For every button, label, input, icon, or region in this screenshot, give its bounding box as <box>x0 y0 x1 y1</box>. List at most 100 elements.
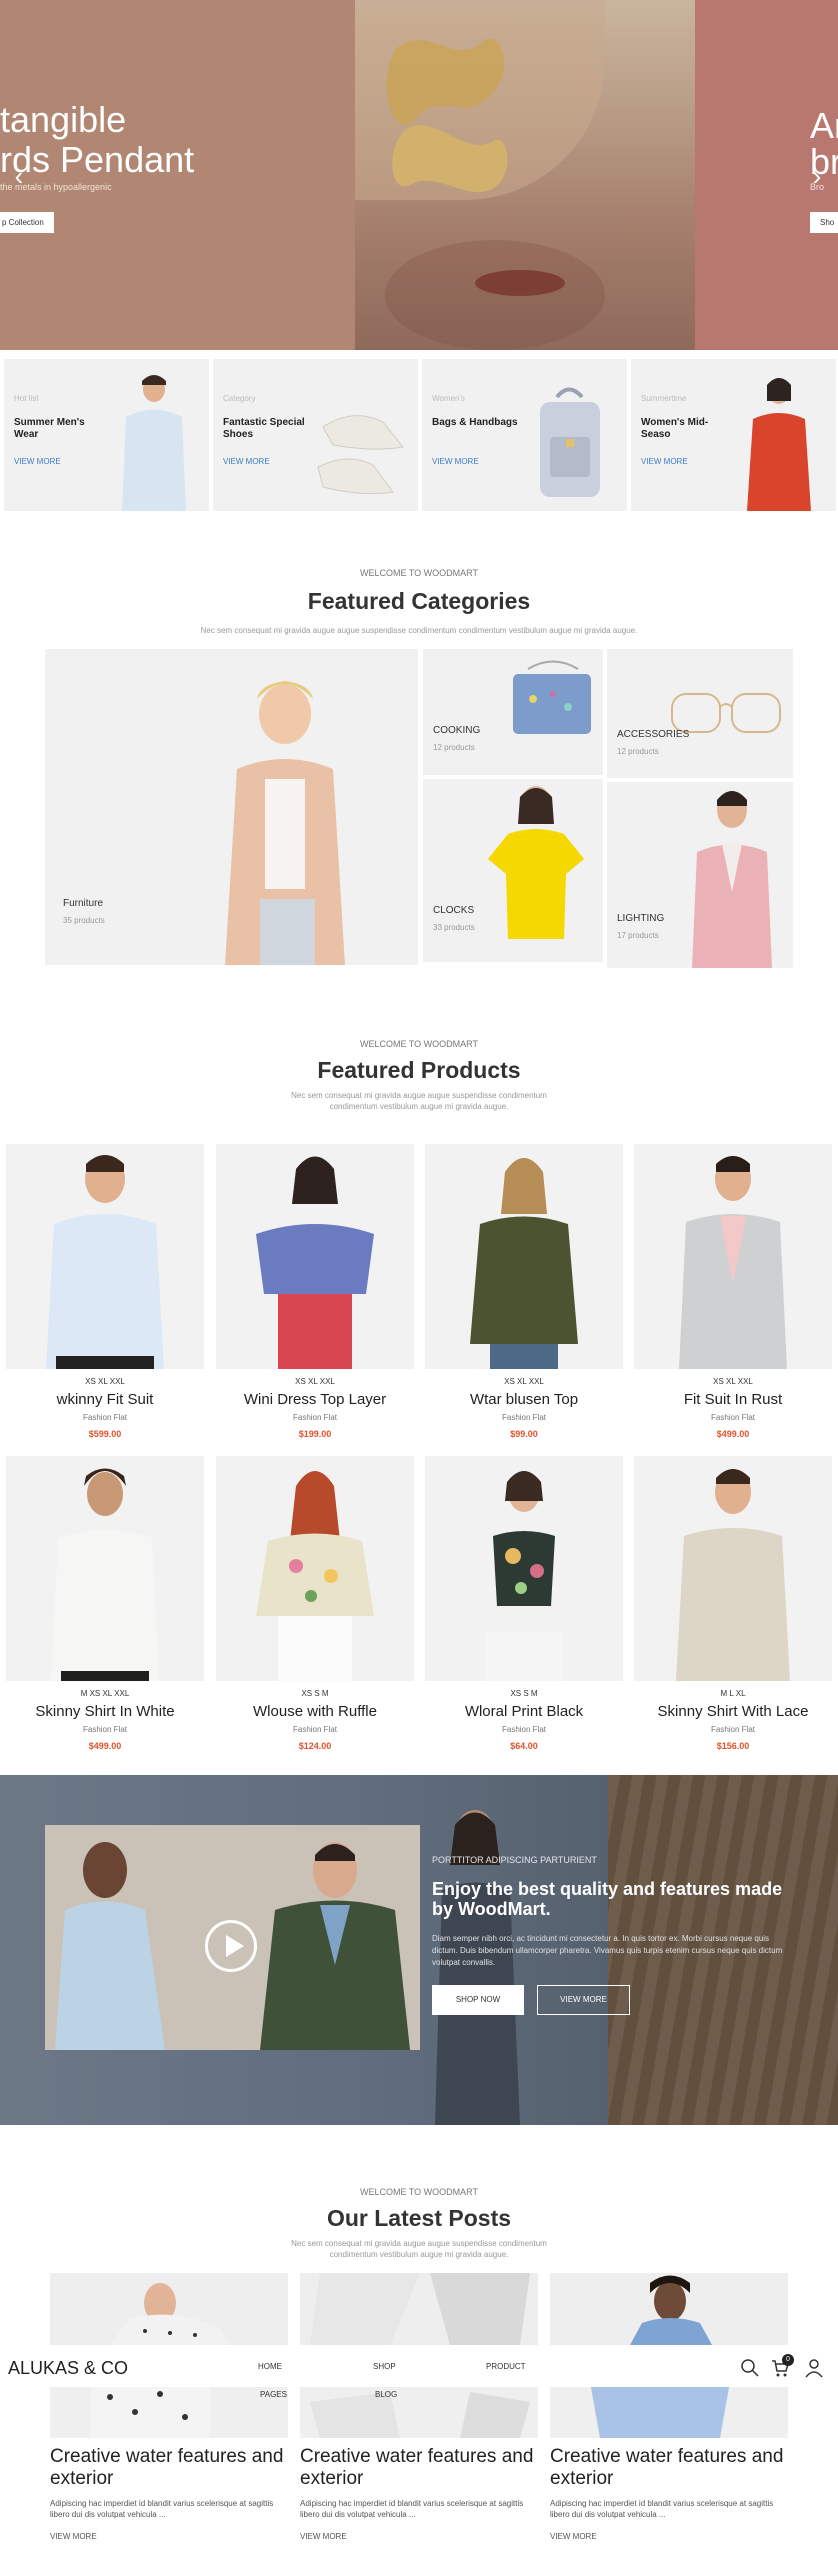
post-image-bottom[interactable]: BLOG <box>300 2382 538 2438</box>
post-read-more-link[interactable]: VIEW MORE <box>300 2532 538 2541</box>
category-name: ACCESSORIES <box>617 729 690 740</box>
product-card[interactable]: XS S M Wlouse with Ruffle Fashion Flat $… <box>216 1456 414 1751</box>
banner-womens-midseason[interactable]: Summertime Women's Mid-Seaso VIEW MORE <box>631 359 836 511</box>
product-name[interactable]: Wlouse with Ruffle <box>216 1703 414 1720</box>
user-icon[interactable] <box>804 2358 824 2378</box>
banner-tag: Hot list <box>14 394 39 403</box>
post-excerpt: Adipiscing hac imperdiet id blandit vari… <box>550 2499 774 2519</box>
banner-view-more-link[interactable]: VIEW MORE <box>432 457 479 466</box>
product-card[interactable]: XS S M Wloral Print Black Fashion Flat $… <box>425 1456 623 1751</box>
banner-mens-wear[interactable]: Hot list Summer Men's Wear VIEW MORE <box>4 359 209 511</box>
product-image[interactable] <box>634 1144 832 1369</box>
nav-shop[interactable]: SHOP <box>373 2362 396 2371</box>
banner-title: Bags & Handbags <box>432 417 518 428</box>
man-light-blue-shirt-image <box>46 1155 164 1369</box>
promo-title: Enjoy the best quality and features made… <box>432 1879 783 1919</box>
hero-right-title-line1: Ar <box>810 105 838 146</box>
product-name[interactable]: Wtar blusen Top <box>425 1391 623 1408</box>
post-image-top[interactable] <box>300 2273 538 2345</box>
product-card[interactable]: XS XL XXL wkinny Fit Suit Fashion Flat $… <box>6 1144 204 1439</box>
blog-post-card[interactable]: BLOG Creative water features and exterio… <box>300 2273 538 2541</box>
blog-post-card[interactable]: PAGES Creative water features and exteri… <box>50 2273 288 2541</box>
chevron-right-icon[interactable]: › <box>806 160 828 192</box>
category-furniture[interactable]: Furniture 35 products <box>45 649 418 965</box>
product-sizes: M L XL <box>720 1689 746 1698</box>
cart-button[interactable]: 0 <box>770 2354 794 2378</box>
product-image[interactable] <box>634 1456 832 1681</box>
product-card[interactable]: M L XL Skinny Shirt With Lace Fashion Fl… <box>634 1456 832 1751</box>
nav-home[interactable]: HOME <box>258 2362 282 2371</box>
woman-floral-ruffle-blouse-image <box>256 1471 374 1681</box>
post-read-more-link[interactable]: VIEW MORE <box>50 2532 288 2541</box>
woman-blue-top-image <box>630 2275 712 2345</box>
hero-collection-button[interactable]: p Collection <box>0 212 54 233</box>
category-clocks[interactable]: CLOCKS 33 products <box>423 779 603 962</box>
product-image[interactable] <box>6 1456 204 1681</box>
play-icon[interactable] <box>205 1920 257 1972</box>
blog-post-card[interactable]: Creative water features and exterior Adi… <box>550 2273 788 2541</box>
post-image-top[interactable] <box>50 2273 288 2345</box>
posts-description: Nec sem consequat mi gravida augue augue… <box>291 2239 547 2259</box>
view-more-button[interactable]: VIEW MORE <box>537 1985 630 2015</box>
banner-view-more-link[interactable]: VIEW MORE <box>14 457 61 466</box>
video-player[interactable] <box>45 1825 420 2050</box>
post-image-top[interactable] <box>550 2273 788 2345</box>
nav-product[interactable]: PRODUCT <box>486 2362 526 2371</box>
banner-view-more-link[interactable]: VIEW MORE <box>641 457 688 466</box>
site-logo[interactable]: ALUKAS & CO <box>8 2358 128 2379</box>
product-image[interactable] <box>425 1144 623 1369</box>
product-card[interactable]: XS XL XXL Wini Dress Top Layer Fashion F… <box>216 1144 414 1439</box>
gold-rings-image <box>386 38 508 193</box>
hero-main-image <box>355 0 695 350</box>
post-title[interactable]: Creative water features and exterior <box>50 2446 288 2490</box>
category-cooking[interactable]: COOKING 12 products <box>423 649 603 775</box>
product-image[interactable] <box>425 1456 623 1681</box>
product-name[interactable]: Fit Suit In Rust <box>634 1391 832 1408</box>
sticky-header: ALUKAS & CO HOME SHOP PRODUCT 0 <box>0 2350 838 2387</box>
woman-blue-top-gingham-skirt-image <box>256 1156 374 1369</box>
woman-polka-dot-image <box>110 2283 230 2345</box>
product-card[interactable]: XS XL XXL Fit Suit In Rust Fashion Flat … <box>634 1144 832 1439</box>
product-image[interactable] <box>216 1456 414 1681</box>
man-grey-suit-image <box>679 1156 787 1369</box>
product-price: $64.00 <box>510 1741 538 1751</box>
product-sizes: M XS XL XXL <box>80 1689 130 1698</box>
category-accessories[interactable]: ACCESSORIES 12 products <box>607 649 793 778</box>
product-card[interactable]: M XS XL XXL Skinny Shirt In White Fashio… <box>6 1456 204 1751</box>
category-lighting[interactable]: LIGHTING 17 products <box>607 782 793 968</box>
banner-bags[interactable]: Women's Bags & Handbags VIEW MORE <box>422 359 627 511</box>
post-image-bottom[interactable]: PAGES <box>50 2382 288 2438</box>
product-card[interactable]: XS XL XXL Wtar blusen Top Fashion Flat $… <box>425 1144 623 1439</box>
woman-floral-crop-top-image <box>485 1471 563 1681</box>
lips-image <box>475 270 565 296</box>
promo-banners: Hot list Summer Men's Wear VIEW MORE Cat… <box>0 359 838 511</box>
search-icon[interactable] <box>740 2358 760 2378</box>
post-category-tag[interactable]: PAGES <box>260 2390 287 2399</box>
chevron-left-icon[interactable]: ‹ <box>8 160 30 192</box>
banner-view-more-link[interactable]: VIEW MORE <box>223 457 270 466</box>
product-name[interactable]: Wini Dress Top Layer <box>216 1391 414 1408</box>
product-image[interactable] <box>6 1144 204 1369</box>
hero-slider: tangible rds Pendant the metals in hypoa… <box>0 0 838 350</box>
product-name[interactable]: Wloral Print Black <box>425 1703 623 1720</box>
product-brand: Fashion Flat <box>710 1413 756 1422</box>
backpack-image <box>540 387 600 497</box>
post-title[interactable]: Creative water features and exterior <box>550 2446 788 2490</box>
banner-title: Summer Men's Wear <box>14 417 85 440</box>
product-name[interactable]: Skinny Shirt In White <box>6 1703 204 1720</box>
product-brand: Fashion Flat <box>710 1725 756 1734</box>
product-name[interactable]: wkinny Fit Suit <box>6 1391 204 1408</box>
post-read-more-link[interactable]: VIEW MORE <box>550 2532 788 2541</box>
product-name[interactable]: Skinny Shirt With Lace <box>634 1703 832 1720</box>
post-category-tag[interactable]: BLOG <box>375 2390 397 2399</box>
shop-now-button[interactable]: SHOP NOW <box>432 1985 524 2015</box>
banner-shoes[interactable]: Category Fantastic Special Shoes VIEW MO… <box>213 359 418 511</box>
post-image-bottom[interactable] <box>550 2382 788 2438</box>
product-image[interactable] <box>216 1144 414 1369</box>
hero-right-shop-button[interactable]: Sho <box>810 212 838 233</box>
category-count: 12 products <box>617 747 659 756</box>
product-brand: Fashion Flat <box>82 1725 128 1734</box>
post-title[interactable]: Creative water features and exterior <box>300 2446 538 2490</box>
sneakers-image <box>317 415 404 495</box>
categories-title: Featured Categories <box>307 588 531 614</box>
